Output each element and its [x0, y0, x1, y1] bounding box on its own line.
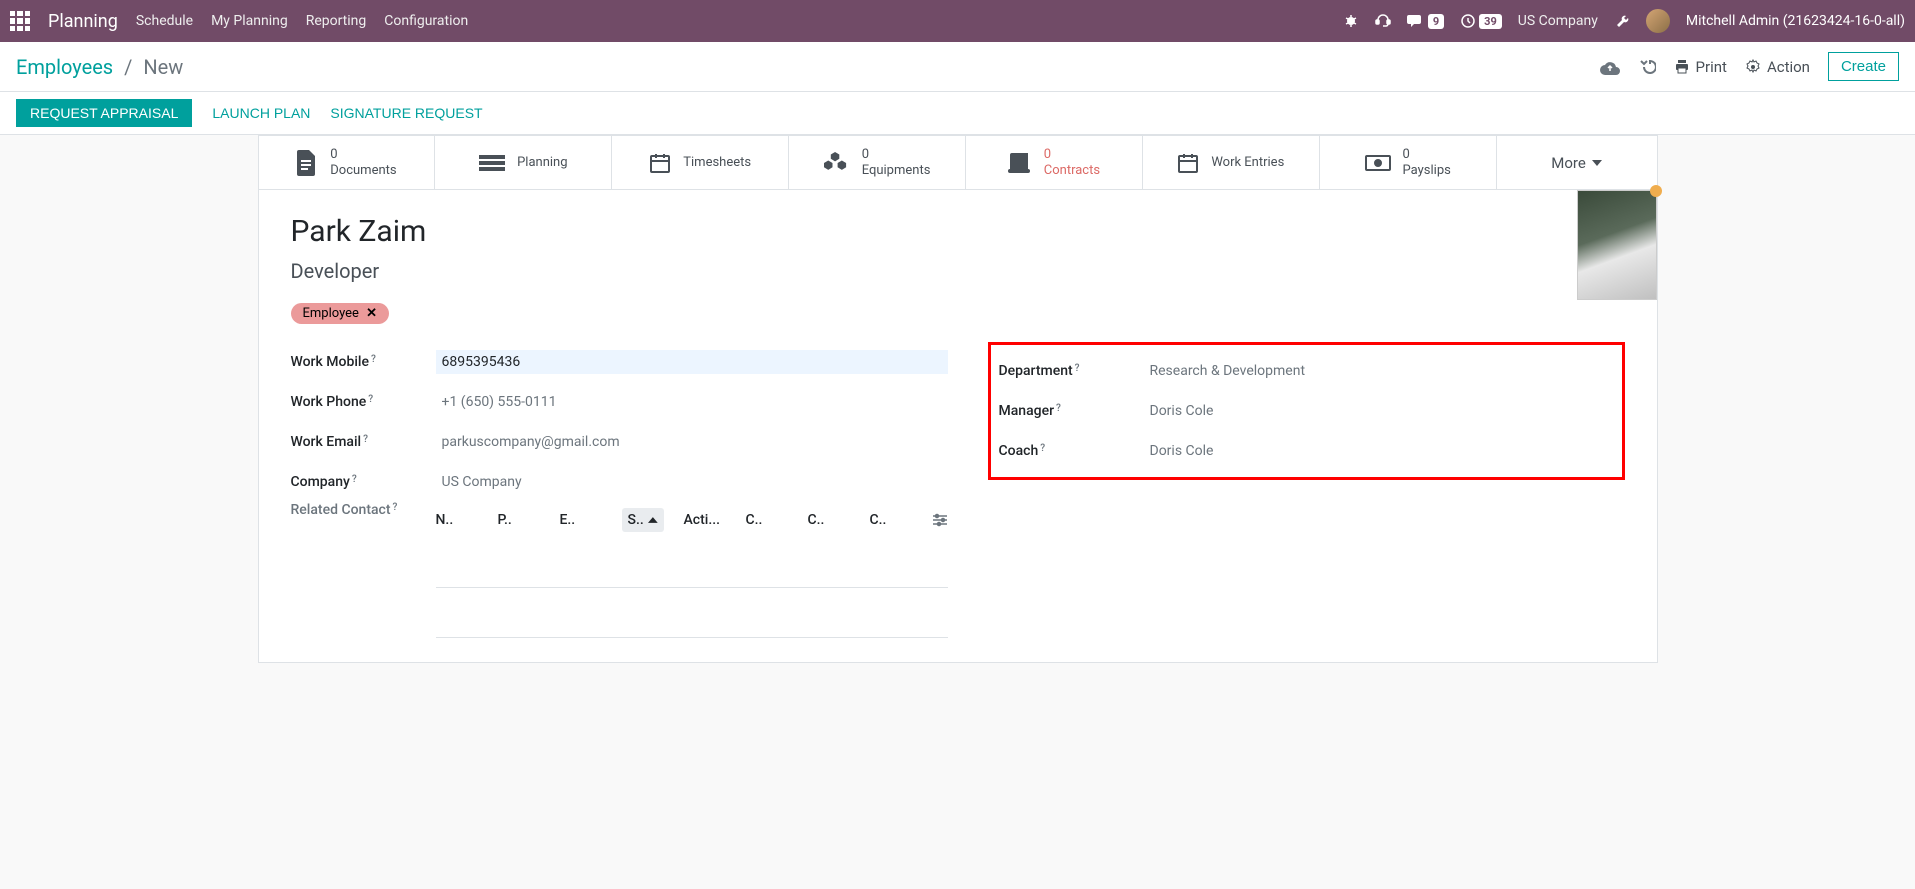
kanban-col-sort[interactable]: S.. — [622, 508, 664, 532]
company-label: Company? — [291, 474, 436, 490]
stat-payslips-count: 0 — [1403, 147, 1451, 163]
employee-tag[interactable]: Employee ✕ — [291, 303, 390, 324]
breadcrumb-parent[interactable]: Employees — [16, 55, 113, 79]
kanban-col[interactable]: C.. — [808, 512, 850, 528]
app-brand[interactable]: Planning — [48, 11, 118, 32]
stat-equipments-count: 0 — [862, 147, 931, 163]
stat-work-entries-label: Work Entries — [1211, 155, 1284, 171]
book-icon — [1008, 150, 1032, 175]
employee-name[interactable]: Park Zaim — [291, 214, 1625, 249]
nav-schedule[interactable]: Schedule — [136, 13, 193, 29]
stat-equipments-label: Equipments — [862, 163, 931, 179]
calendar-icon — [1177, 150, 1199, 175]
debug-tools-icon[interactable] — [1614, 13, 1630, 29]
status-bar: REQUEST APPRAISAL LAUNCH PLAN SIGNATURE … — [0, 92, 1915, 135]
stat-more-label: More — [1551, 154, 1586, 172]
company-selector[interactable]: US Company — [1518, 13, 1598, 29]
highlight-annotation: Department? Research & Development Manag… — [988, 342, 1625, 480]
print-button[interactable]: Print — [1674, 58, 1727, 76]
kanban-col[interactable]: E.. — [560, 512, 602, 528]
manager-label: Manager? — [999, 403, 1144, 419]
caret-down-icon — [1592, 160, 1602, 166]
employee-photo[interactable] — [1577, 190, 1657, 300]
kanban-col[interactable]: C.. — [870, 512, 912, 528]
kanban-col[interactable]: C.. — [746, 512, 788, 528]
work-phone-field[interactable]: +1 (650) 555-0111 — [436, 390, 948, 414]
stat-contracts-count: 0 — [1044, 147, 1100, 163]
work-email-label: Work Email? — [291, 434, 436, 450]
kanban-row[interactable] — [436, 588, 948, 638]
create-button[interactable]: Create — [1828, 52, 1899, 81]
kanban-col[interactable]: P.. — [498, 512, 540, 528]
stat-timesheets-label: Timesheets — [683, 155, 751, 171]
action-label: Action — [1767, 58, 1810, 76]
form-sheet: 0 Documents Planning Timesheets — [258, 135, 1658, 663]
messages-badge: 9 — [1428, 14, 1444, 29]
stat-button-box: 0 Documents Planning Timesheets — [259, 136, 1657, 190]
stat-planning-label: Planning — [517, 155, 567, 171]
activities-icon[interactable]: 39 — [1460, 13, 1502, 29]
user-menu[interactable]: Mitchell Admin (21623424-16-0-all) — [1686, 13, 1905, 29]
stat-contracts-label: Contracts — [1044, 163, 1100, 179]
user-avatar[interactable] — [1646, 9, 1670, 33]
stat-contracts[interactable]: 0 Contracts — [966, 136, 1143, 189]
department-label: Department? — [999, 363, 1144, 379]
employee-job-title[interactable]: Developer — [291, 259, 1625, 283]
navbar: Planning Schedule My Planning Reporting … — [0, 0, 1915, 42]
work-mobile-field[interactable]: 6895395436 — [436, 350, 948, 374]
cubes-icon — [824, 150, 850, 175]
launch-plan-button[interactable]: LAUNCH PLAN — [212, 99, 310, 127]
stat-more-button[interactable]: More — [1497, 136, 1657, 189]
nav-configuration[interactable]: Configuration — [384, 13, 468, 29]
planning-icon — [479, 150, 505, 175]
stat-documents-count: 0 — [330, 147, 396, 163]
chevron-up-icon — [648, 517, 658, 523]
work-mobile-label: Work Mobile? — [291, 354, 436, 370]
company-field[interactable]: US Company — [436, 470, 948, 494]
stat-documents[interactable]: 0 Documents — [259, 136, 436, 189]
signature-request-button[interactable]: SIGNATURE REQUEST — [330, 99, 482, 127]
calendar-icon — [649, 150, 671, 175]
tag-label: Employee — [303, 306, 359, 321]
print-label: Print — [1696, 58, 1727, 76]
tag-remove-icon[interactable]: ✕ — [366, 306, 377, 321]
money-icon — [1365, 150, 1391, 175]
stat-equipments[interactable]: 0 Equipments — [789, 136, 966, 189]
messages-icon[interactable]: 9 — [1407, 13, 1444, 29]
coach-label: Coach? — [999, 443, 1144, 459]
breadcrumb: Employees / New — [16, 55, 183, 79]
stat-documents-label: Documents — [330, 163, 396, 179]
stat-work-entries[interactable]: Work Entries — [1143, 136, 1320, 189]
discard-icon[interactable] — [1638, 57, 1656, 77]
department-field[interactable]: Research & Development — [1144, 359, 1614, 383]
apps-icon[interactable] — [10, 11, 30, 31]
breadcrumb-current: New — [143, 55, 183, 79]
work-phone-label: Work Phone? — [291, 394, 436, 410]
manager-field[interactable]: Doris Cole — [1144, 399, 1614, 423]
cloud-save-icon[interactable] — [1600, 57, 1620, 76]
stat-timesheets[interactable]: Timesheets — [612, 136, 789, 189]
document-icon — [296, 149, 318, 175]
stat-planning[interactable]: Planning — [435, 136, 612, 189]
stat-payslips-label: Payslips — [1403, 163, 1451, 179]
support-icon[interactable] — [1375, 13, 1391, 29]
control-panel: Employees / New Print Action Create — [0, 42, 1915, 92]
request-appraisal-button[interactable]: REQUEST APPRAISAL — [16, 99, 192, 127]
kanban-row[interactable] — [436, 538, 948, 588]
related-contact-label: Related Contact? — [291, 502, 436, 518]
kanban-col[interactable]: Acti... — [684, 512, 726, 528]
work-email-field[interactable]: parkuscompany@gmail.com — [436, 430, 948, 454]
nav-my-planning[interactable]: My Planning — [211, 13, 288, 29]
kanban-col[interactable]: N.. — [436, 512, 478, 528]
action-button[interactable]: Action — [1745, 58, 1810, 76]
bug-icon[interactable] — [1343, 13, 1359, 29]
stat-payslips[interactable]: 0 Payslips — [1320, 136, 1497, 189]
nav-reporting[interactable]: Reporting — [306, 13, 367, 29]
related-contact-kanban-header: N.. P.. E.. S.. Acti... C.. C.. C — [436, 502, 948, 538]
coach-field[interactable]: Doris Cole — [1144, 439, 1614, 463]
sliders-icon[interactable] — [932, 512, 948, 528]
activities-badge: 39 — [1479, 14, 1502, 29]
